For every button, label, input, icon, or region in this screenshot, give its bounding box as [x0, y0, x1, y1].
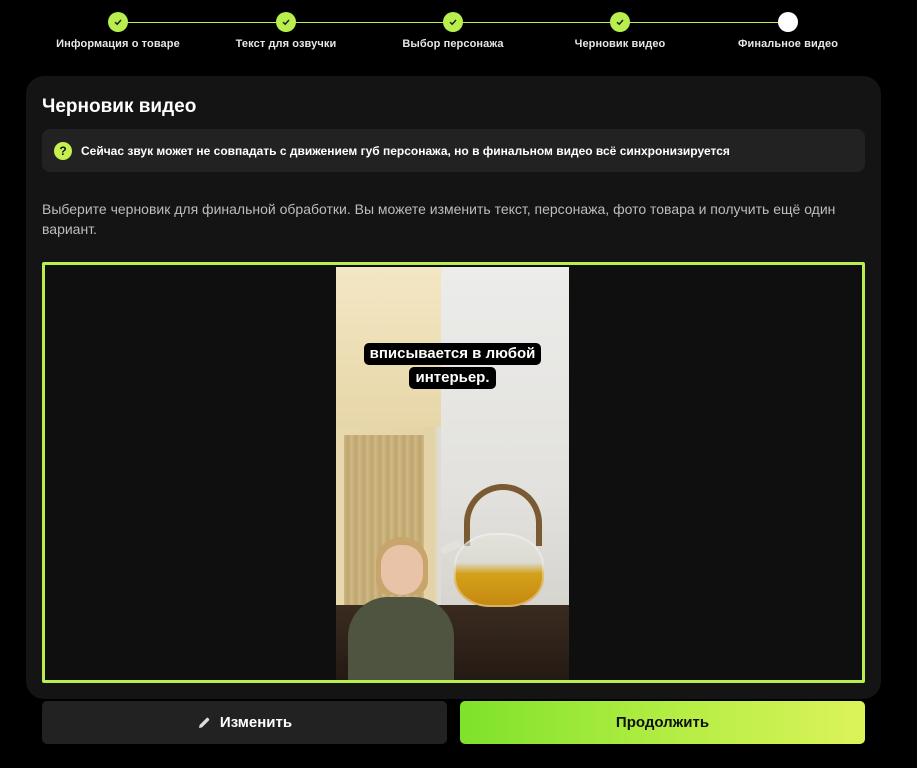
check-icon [443, 12, 463, 32]
pencil-icon [197, 716, 211, 730]
question-circle-icon: ? [54, 141, 72, 160]
presenter-avatar [348, 537, 454, 680]
draft-description: Выберите черновик для финальной обработк… [42, 201, 836, 237]
step-label: Черновик видео [574, 38, 666, 50]
step-product-info[interactable]: Информация о товаре [48, 12, 188, 50]
draft-video-card[interactable]: вписывается в любой интерьер. [42, 262, 865, 683]
page-title: Черновик видео [42, 96, 197, 117]
edit-button[interactable]: Изменить [42, 701, 447, 744]
step-label: Информация о товаре [56, 38, 180, 50]
check-icon [276, 12, 296, 32]
page: Информация о товаре Текст для озвучки Вы… [0, 0, 917, 768]
progress-stepper: Информация о товаре Текст для озвучки Вы… [0, 0, 917, 60]
notice-text: Сейчас звук может не совпадать с движени… [81, 143, 730, 158]
presenter-body [348, 597, 454, 680]
draft-card: Черновик видео ? Сейчас звук может не со… [26, 76, 881, 699]
check-icon [610, 12, 630, 32]
teapot-image [454, 533, 544, 607]
step-final-video[interactable]: Финальное видео [718, 12, 858, 50]
step-video-draft[interactable]: Черновик видео [550, 12, 690, 50]
step-label: Текст для озвучки [235, 38, 337, 50]
continue-button[interactable]: Продолжить [460, 701, 865, 744]
check-icon [108, 12, 128, 32]
video-preview[interactable]: вписывается в любой интерьер. [336, 267, 569, 680]
step-voiceover-text[interactable]: Текст для озвучки [216, 12, 356, 50]
video-caption: вписывается в любой интерьер. [336, 343, 569, 391]
edit-button-label: Изменить [219, 714, 293, 731]
caption-line: вписывается в любой [363, 343, 542, 365]
continue-button-label: Продолжить [615, 714, 710, 731]
step-label: Выбор персонажа [402, 38, 504, 50]
caption-line: интерьер. [409, 367, 496, 389]
step-label: Финальное видео [737, 38, 839, 50]
presenter-face [381, 545, 423, 595]
current-step-dot [778, 12, 798, 32]
step-character-choice[interactable]: Выбор персонажа [383, 12, 523, 50]
sync-notice: ? Сейчас звук может не совпадать с движе… [42, 129, 865, 172]
